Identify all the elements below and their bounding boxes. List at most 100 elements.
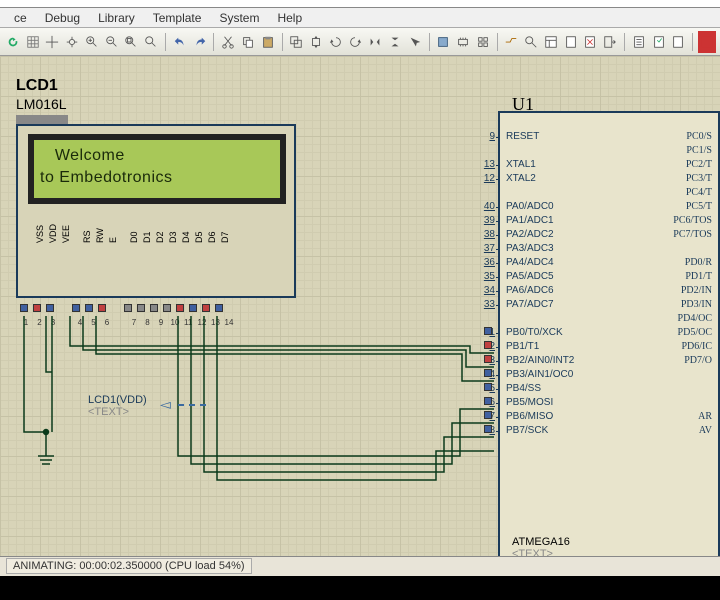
copy-icon[interactable] [239, 31, 257, 53]
pin-indicator [484, 383, 492, 391]
chip-pin-PB6/MISO[interactable]: 7PB6/MISO [500, 411, 553, 422]
chip-pin-PB3/AIN1/OC0[interactable]: 4PB3/AIN1/OC0 [500, 369, 573, 380]
chip-pin-PB0/T0/XCK[interactable]: 1PB0/T0/XCK [500, 327, 563, 338]
chip-pin-PB7/SCK[interactable]: 8PB7/SCK [500, 425, 548, 436]
menu-template[interactable]: Template [145, 9, 210, 27]
pin-indicator [484, 425, 492, 433]
pin-indicator [484, 341, 492, 349]
flip-v-icon[interactable] [386, 31, 404, 53]
chip-pin-PC4/T[interactable]: PC4/T [686, 187, 718, 198]
wire-autoroute-icon[interactable] [503, 31, 521, 53]
erc-icon[interactable] [650, 31, 668, 53]
menu-bar: ce Debug Library Template System Help [0, 8, 720, 28]
chip-pin-PD3/IN[interactable]: PD3/IN [681, 299, 718, 310]
new-sheet-icon[interactable] [562, 31, 580, 53]
chip-pin-PD6/IC[interactable]: PD6/IC [681, 341, 718, 352]
zoom-out-icon[interactable] [103, 31, 121, 53]
block-copy-icon[interactable] [287, 31, 305, 53]
lcd-display: Welcome to Embedotronics [28, 134, 286, 204]
chip-pin-PC5/T[interactable]: PC5/T [686, 201, 718, 212]
schematic-canvas[interactable]: LCD1 LM016L <TEXT> Welcome to Embedotron… [0, 56, 720, 556]
chip-pin-PD7/O[interactable]: PD7/O [684, 355, 718, 366]
origin-icon[interactable] [44, 31, 62, 53]
lcd-component[interactable]: Welcome to Embedotronics VSSVDDVEE RSRWE… [16, 124, 296, 298]
pick-icon[interactable] [406, 31, 424, 53]
netlist-icon[interactable] [669, 31, 687, 53]
center-icon[interactable] [63, 31, 81, 53]
title-bar [0, 0, 720, 8]
paste-icon[interactable] [259, 31, 277, 53]
chip-pin-PD4/OC[interactable]: PD4/OC [678, 313, 718, 324]
chip-pin-RESET[interactable]: 9RESET [500, 131, 539, 142]
pin-indicator [484, 369, 492, 377]
pin-indicator [484, 397, 492, 405]
chip-pin-PD1/T[interactable]: PD1/T [685, 271, 718, 282]
rotate-ccw-icon[interactable] [347, 31, 365, 53]
chip-pin-PC3/T[interactable]: PC3/T [686, 173, 718, 184]
chip-pin-PB5/MOSI[interactable]: 6PB5/MOSI [500, 397, 553, 408]
block-move-icon[interactable] [307, 31, 325, 53]
pin-indicator [484, 355, 492, 363]
bottom-bar [0, 576, 720, 600]
chip-pin-PA1/ADC1[interactable]: 39PA1/ADC1 [500, 215, 554, 226]
menu-source[interactable]: ce [6, 9, 35, 27]
chip-pin-PA0/ADC0[interactable]: 40PA0/ADC0 [500, 201, 554, 212]
make-device-icon[interactable] [454, 31, 472, 53]
zoom-in-icon[interactable] [83, 31, 101, 53]
zoom-fit-icon[interactable] [123, 31, 141, 53]
redo-icon[interactable] [191, 31, 209, 53]
chip-pin-PD5/OC[interactable]: PD5/OC [678, 327, 718, 338]
cut-icon[interactable] [219, 31, 237, 53]
chip-pin-PA2/ADC2[interactable]: 38PA2/ADC2 [500, 229, 554, 240]
menu-library[interactable]: Library [90, 9, 143, 27]
search-icon[interactable] [522, 31, 540, 53]
pin-indicator [484, 411, 492, 419]
chip-pin-PB2/AIN0/INT2[interactable]: 3PB2/AIN0/INT2 [500, 355, 574, 366]
chip-pin-AR[interactable]: AR [698, 411, 718, 422]
chip-pin-PC6/TOS[interactable]: PC6/TOS [673, 215, 718, 226]
status-text: ANIMATING: 00:00:02.350000 (CPU load 54%… [6, 558, 252, 574]
refresh-icon[interactable] [4, 31, 22, 53]
pin-indicator [484, 327, 492, 335]
delete-sheet-icon[interactable] [582, 31, 600, 53]
chip-pin-PC2/T[interactable]: PC2/T [686, 159, 718, 170]
chip-pin-AV[interactable]: AV [699, 425, 718, 436]
net-label[interactable]: LCD1(VDD)<TEXT> [88, 394, 147, 418]
package-icon[interactable] [434, 31, 452, 53]
grid-icon[interactable] [24, 31, 42, 53]
probe-icon[interactable]: ◅ [160, 396, 171, 413]
chip-pin-PC1/S[interactable]: PC1/S [686, 145, 718, 156]
probe-wire [178, 404, 206, 406]
chip-pin-PB4/SS[interactable]: 5PB4/SS [500, 383, 541, 394]
chip-pin-PA5/ADC5[interactable]: 35PA5/ADC5 [500, 271, 554, 282]
chip-partname: ATMEGA16<TEXT> [512, 536, 570, 556]
menu-system[interactable]: System [211, 9, 267, 27]
decompose-icon[interactable] [474, 31, 492, 53]
chip-pin-PA3/ADC3[interactable]: 37PA3/ADC3 [500, 243, 554, 254]
chip-pin-PA7/ADC7[interactable]: 33PA7/ADC7 [500, 299, 554, 310]
lcd-pin-labels: VSSVDDVEE RSRWE D0D1D2D3 D4D5D6D7 [36, 224, 231, 243]
chip-pin-XTAL2[interactable]: 12XTAL2 [500, 173, 536, 184]
flip-h-icon[interactable] [366, 31, 384, 53]
rotate-cw-icon[interactable] [327, 31, 345, 53]
ares-icon[interactable] [698, 31, 716, 53]
toolbar [0, 28, 720, 56]
chip-pin-PD0/R[interactable]: PD0/R [685, 257, 718, 268]
lcd-pin-indicators [20, 304, 223, 312]
status-bar: ANIMATING: 00:00:02.350000 (CPU load 54%… [0, 556, 720, 576]
exit-icon[interactable] [601, 31, 619, 53]
chip-pin-PA6/ADC6[interactable]: 34PA6/ADC6 [500, 285, 554, 296]
mcu-component[interactable]: 9RESET 13XTAL1 12XTAL2 40PA0/ADC0 39PA1/ADC1… [498, 111, 720, 556]
menu-debug[interactable]: Debug [37, 9, 88, 27]
chip-pin-PD2/IN[interactable]: PD2/IN [681, 285, 718, 296]
chip-pin-PC7/TOS[interactable]: PC7/TOS [673, 229, 718, 240]
chip-pin-PB1/T1[interactable]: 2PB1/T1 [500, 341, 539, 352]
zoom-area-icon[interactable] [142, 31, 160, 53]
chip-pin-XTAL1[interactable]: 13XTAL1 [500, 159, 536, 170]
chip-pin-PC0/S[interactable]: PC0/S [686, 131, 718, 142]
property-icon[interactable] [542, 31, 560, 53]
menu-help[interactable]: Help [269, 9, 310, 27]
chip-pin-PA4/ADC4[interactable]: 36PA4/ADC4 [500, 257, 554, 268]
undo-icon[interactable] [171, 31, 189, 53]
bom-icon[interactable] [630, 31, 648, 53]
